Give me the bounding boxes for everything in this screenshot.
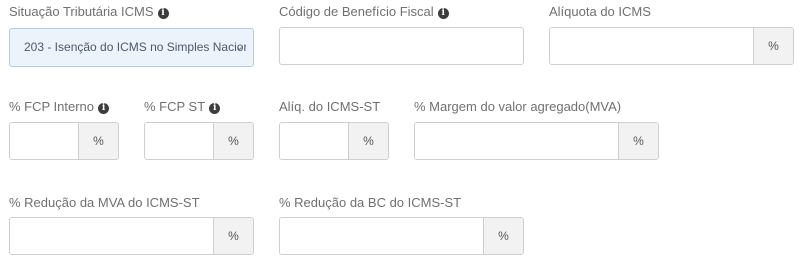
reducao-mva-input[interactable]	[10, 218, 213, 254]
margem-mva-input[interactable]	[415, 123, 618, 159]
reducao-bc-label: % Redução da BC do ICMS-ST	[279, 195, 462, 210]
codigo-beneficio-input[interactable]	[279, 27, 524, 65]
percent-addon: %	[78, 123, 118, 159]
situacao-selected-value: 203 - Isenção do ICMS no Simples Naciona…	[24, 40, 246, 54]
fcp-st-label: % FCP ST	[144, 99, 206, 114]
aliq-icms-st-group: %	[279, 122, 389, 160]
info-icon[interactable]: i	[209, 103, 221, 114]
fcp-st-input[interactable]	[145, 123, 213, 159]
percent-addon: %	[348, 123, 388, 159]
aliq-icms-st-input[interactable]	[280, 123, 348, 159]
percent-addon: %	[753, 28, 793, 64]
codigo-beneficio-label-row: Código de Benefício Fiscal i	[279, 4, 449, 20]
fcp-st-group: %	[144, 122, 254, 160]
chevron-down-icon: ⌄	[234, 41, 244, 53]
reducao-bc-group: %	[279, 217, 524, 255]
fcp-st-label-row: % FCP ST i	[144, 99, 221, 115]
aliquota-icms-label: Alíquota do ICMS	[549, 4, 651, 19]
situacao-label: Situação Tributária ICMS	[9, 4, 154, 19]
codigo-beneficio-label: Código de Benefício Fiscal	[279, 4, 434, 19]
fcp-interno-label: % FCP Interno	[9, 99, 95, 114]
reducao-mva-group: %	[9, 217, 254, 255]
fcp-interno-input[interactable]	[10, 123, 78, 159]
percent-addon: %	[618, 123, 658, 159]
margem-mva-label: % Margem do valor agregado(MVA)	[414, 99, 622, 114]
info-icon[interactable]: i	[98, 103, 110, 114]
percent-addon: %	[483, 218, 523, 254]
fcp-interno-group: %	[9, 122, 119, 160]
reducao-mva-label: % Redução da MVA do ICMS-ST	[9, 195, 200, 210]
percent-addon: %	[213, 218, 253, 254]
situacao-select[interactable]: 203 - Isenção do ICMS no Simples Naciona…	[9, 28, 254, 67]
info-icon[interactable]: i	[157, 8, 169, 19]
aliquota-icms-input[interactable]	[550, 28, 753, 64]
margem-mva-group: %	[414, 122, 659, 160]
fcp-interno-label-row: % FCP Interno i	[9, 99, 110, 115]
situacao-label-row: Situação Tributária ICMS i	[9, 4, 169, 20]
percent-addon: %	[213, 123, 253, 159]
reducao-bc-input[interactable]	[280, 218, 483, 254]
aliquota-icms-group: %	[549, 27, 794, 65]
aliq-icms-st-label: Alíq. do ICMS-ST	[279, 99, 381, 114]
info-icon[interactable]: i	[437, 8, 449, 19]
